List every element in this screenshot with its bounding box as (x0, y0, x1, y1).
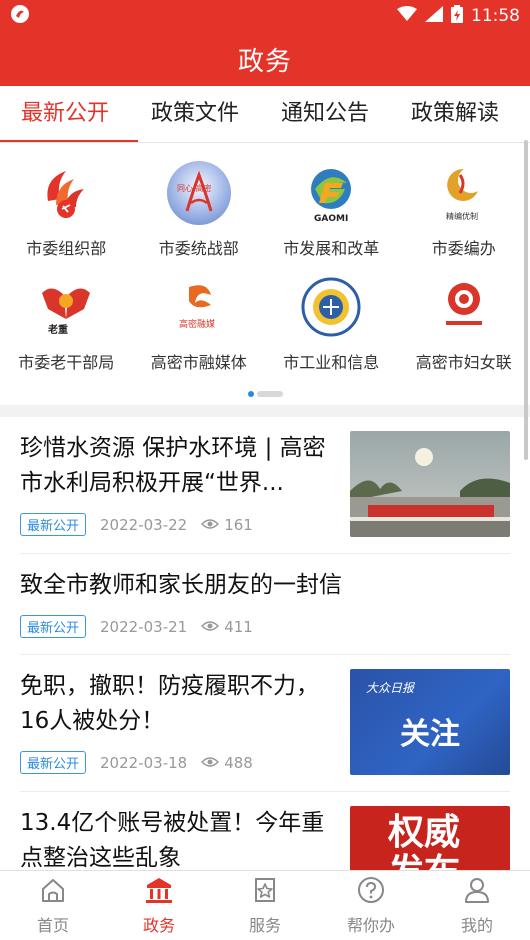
service-star-icon (251, 876, 279, 908)
news-views: 488 (201, 754, 253, 772)
nav-label: 我的 (460, 915, 493, 935)
section-divider (0, 405, 530, 417)
department-label: 市委老干部局 (18, 353, 115, 372)
home-icon (39, 876, 67, 908)
tab-policy-interpretation[interactable]: 政策解读 (390, 86, 520, 142)
nav-home[interactable]: 首页 (0, 871, 106, 940)
nav-label: 服务 (248, 915, 281, 935)
news-item[interactable]: 免职，撤职！防疫履职不力，16人被处分！ 最新公开 2022-03-18 488… (20, 655, 510, 792)
department-label: 市发展和改革 (283, 239, 380, 258)
thumb-caption: 关注 (400, 717, 460, 752)
news-views: 161 (201, 516, 253, 534)
government-building-icon (144, 876, 174, 908)
department-item[interactable]: 同心 高密 市委统战部 (133, 155, 266, 269)
industry-info-icon (299, 275, 363, 339)
page-title: 政务 (237, 46, 292, 77)
page-indicator-active (247, 391, 254, 397)
united-front-icon: 同心 高密 (166, 161, 231, 225)
department-item[interactable]: 精编优制 市委编办 (398, 155, 530, 269)
logo-text: 精编优制 (446, 211, 478, 221)
tab-latest[interactable]: 最新公开 (0, 86, 139, 142)
category-tabs: 最新公开 政策文件 通知公告 政策解读 (0, 86, 530, 142)
views-count: 161 (224, 515, 253, 534)
nav-service[interactable]: 服务 (212, 871, 318, 940)
party-emblem-icon (34, 161, 98, 225)
media-center-icon: 高密融媒 (167, 275, 231, 339)
nav-label: 首页 (36, 915, 69, 935)
logo-text: 老重 (47, 323, 68, 336)
department-grid: 市委组织部 同心 高密 市委统战部 GAOMI 市发展和改革 精编优制 市委编办… (0, 143, 530, 405)
logo-text: 高密融媒 (179, 318, 215, 330)
department-label: 高密市妇女联 (415, 353, 512, 372)
wifi-icon (397, 5, 417, 27)
news-tag: 最新公开 (20, 751, 87, 774)
news-title: 致全市教师和家长朋友的一封信 (20, 572, 342, 598)
eye-icon (201, 754, 220, 772)
thumb-brand: 大众日报 (366, 681, 415, 695)
news-tag: 最新公开 (20, 513, 87, 536)
news-title: 13.4亿个账号被处置！今年重点整治这些乱象 (20, 810, 325, 871)
signal-icon (425, 5, 443, 27)
attention-banner: 大众日报 关注 (350, 669, 510, 775)
scrollbar[interactable] (524, 140, 528, 460)
app-screen: 11:58 政务 最新公开 政策文件 通知公告 政策解读 市委组织部 同心 高密… (0, 0, 530, 940)
department-label: 高密市融媒体 (150, 353, 247, 372)
news-date: 2022-03-22 (100, 515, 188, 534)
status-time: 11:58 (471, 6, 520, 26)
app-logo-icon (10, 4, 30, 29)
nav-label: 政务 (142, 915, 175, 935)
organization-office-icon: 精编优制 (432, 161, 496, 225)
department-item[interactable]: GAOMI 市发展和改革 (265, 155, 398, 269)
news-title: 珍惜水资源 保护水环境 | 高密市水利局积极开展“世界... (20, 435, 326, 496)
department-label: 市委组织部 (26, 239, 107, 258)
news-item[interactable]: 致全市教师和家长朋友的一封信 最新公开 2022-03-21 411 (20, 554, 510, 655)
department-item[interactable]: 高密融媒 高密市融媒体 (133, 269, 266, 383)
department-item[interactable]: 高密市妇女联 (398, 269, 530, 383)
department-label: 市委统战部 (158, 239, 239, 258)
department-item[interactable]: 市工业和信息 (265, 269, 398, 383)
status-bar: 11:58 (0, 0, 530, 32)
news-list: 珍惜水资源 保护水环境 | 高密市水利局积极开展“世界... 最新公开 2022… (0, 417, 530, 929)
nav-help[interactable]: 帮你办 (318, 871, 424, 940)
views-count: 411 (224, 617, 253, 636)
tab-policy-documents[interactable]: 政策文件 (130, 86, 260, 142)
logo-text: 同心 高密 (177, 183, 212, 193)
tab-notices[interactable]: 通知公告 (260, 86, 390, 142)
gaomi-development-icon: GAOMI (299, 161, 363, 225)
eye-icon (201, 516, 220, 534)
news-title: 免职，撤职！防疫履职不力，16人被处分！ (20, 673, 319, 734)
nav-profile[interactable]: 我的 (424, 871, 530, 940)
water-resources-photo (350, 431, 510, 537)
nav-government[interactable]: 政务 (106, 871, 212, 940)
news-tag: 最新公开 (20, 615, 87, 638)
news-views: 411 (201, 618, 253, 636)
user-profile-icon (463, 876, 491, 908)
help-question-icon (357, 876, 385, 908)
nav-label: 帮你办 (346, 915, 395, 935)
news-meta: 最新公开 2022-03-18 488 (20, 751, 336, 774)
bottom-navigation: 首页 政务 服务 帮你办 我的 (0, 870, 530, 940)
app-bar: 政务 (0, 32, 530, 86)
womens-federation-icon (432, 275, 496, 339)
battery-icon (451, 4, 463, 28)
department-label: 市委编办 (431, 239, 496, 258)
news-date: 2022-03-18 (100, 753, 188, 772)
news-date: 2022-03-21 (100, 617, 188, 636)
veteran-cadre-icon: 老重 (34, 275, 98, 339)
news-item[interactable]: 珍惜水资源 保护水环境 | 高密市水利局积极开展“世界... 最新公开 2022… (20, 417, 510, 554)
department-item[interactable]: 市委组织部 (0, 155, 133, 269)
page-indicator-inactive (256, 391, 283, 397)
grid-page-indicator (0, 391, 530, 397)
news-meta: 最新公开 2022-03-21 411 (20, 615, 510, 638)
department-label: 市工业和信息 (283, 353, 380, 372)
news-meta: 最新公开 2022-03-22 161 (20, 513, 336, 536)
eye-icon (201, 618, 220, 636)
logo-text: GAOMI (314, 214, 348, 224)
views-count: 488 (224, 753, 253, 772)
department-item[interactable]: 老重 市委老干部局 (0, 269, 133, 383)
